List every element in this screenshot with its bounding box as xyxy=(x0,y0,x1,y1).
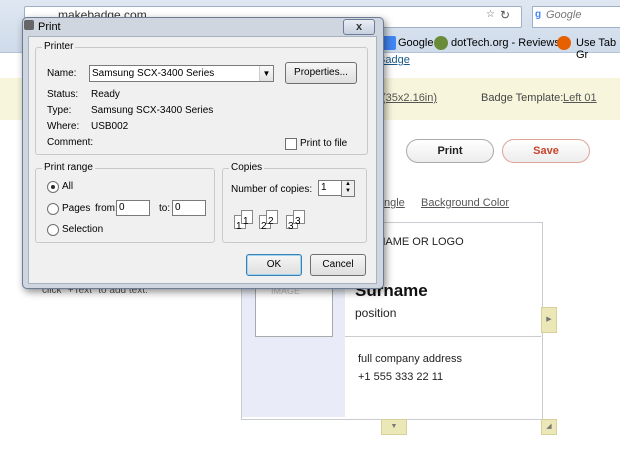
range-pages-radio[interactable] xyxy=(47,203,59,215)
template-link[interactable]: Left 01 xyxy=(563,92,597,104)
save-button[interactable]: Save xyxy=(502,139,590,163)
type-value: Samsung SCX-3400 Series xyxy=(91,105,214,116)
printer-icon xyxy=(24,20,34,30)
search-placeholder[interactable]: Google xyxy=(546,9,581,21)
size-link[interactable]: (35x2.16in) xyxy=(382,92,437,104)
phone-text[interactable]: +1 555 333 22 11 xyxy=(358,371,443,383)
printer-name-value: Samsung SCX-3400 Series xyxy=(92,68,215,79)
range-pages-label[interactable]: Pages xyxy=(62,203,90,214)
range-all-radio[interactable] xyxy=(47,181,59,193)
template-label: Badge Template: xyxy=(481,92,564,104)
address-text[interactable]: full company address xyxy=(358,353,462,365)
google-bookmark-icon xyxy=(382,36,396,50)
to-label: to: xyxy=(159,203,171,214)
collate-page-icon: 1 xyxy=(241,210,253,227)
collate-page-icon: 3 xyxy=(293,210,305,227)
star-icon[interactable]: ☆ xyxy=(486,9,495,20)
bookmark-use-tab[interactable]: Use Tab Gr xyxy=(576,37,620,61)
google-search-icon[interactable]: g xyxy=(535,9,541,20)
dottech-bookmark-icon xyxy=(434,36,448,50)
firefox-bookmark-icon xyxy=(557,36,571,50)
properties-button[interactable]: Properties... xyxy=(285,62,357,84)
name-label: Name: xyxy=(47,68,77,79)
position-text[interactable]: position xyxy=(355,306,396,320)
where-label: Where: xyxy=(47,121,80,132)
range-selection-radio[interactable] xyxy=(47,224,59,236)
resize-right-handle[interactable]: ▶ xyxy=(541,307,557,333)
card-divider xyxy=(345,336,541,337)
copies-group-label: Copies xyxy=(229,162,265,173)
reload-icon[interactable]: ↻ xyxy=(500,8,510,22)
printer-group-label: Printer xyxy=(42,41,76,52)
resize-corner-handle[interactable]: ◢ xyxy=(541,419,557,435)
bookmark-dottech[interactable]: dotTech.org - Reviews... xyxy=(451,37,569,49)
copies-label: Number of copies: xyxy=(231,184,313,195)
copies-spinner[interactable]: ▲ ▼ xyxy=(341,180,355,197)
status-label: Status: xyxy=(47,89,79,100)
comment-label: Comment: xyxy=(47,137,94,148)
dialog-title: Print xyxy=(38,21,61,33)
printer-name-select[interactable]: Samsung SCX-3400 Series ▼ xyxy=(89,65,274,82)
type-label: Type: xyxy=(47,105,72,116)
ok-button[interactable]: OK xyxy=(246,254,302,276)
status-value: Ready xyxy=(91,89,120,100)
copies-input[interactable]: 1 xyxy=(318,180,342,196)
print-to-file-label[interactable]: Print to file xyxy=(300,138,347,149)
from-input[interactable]: 0 xyxy=(116,200,150,216)
bookmark-google[interactable]: Google xyxy=(398,37,433,49)
resize-bottom-handle[interactable]: ▼ xyxy=(381,419,407,435)
print-to-file-checkbox[interactable] xyxy=(285,138,297,150)
cancel-button[interactable]: Cancel xyxy=(310,254,366,276)
collate-page-icon: 2 xyxy=(266,210,278,227)
print-button[interactable]: Print xyxy=(406,139,494,163)
background-color-link[interactable]: Background Color xyxy=(421,197,509,209)
from-label: from: xyxy=(95,203,118,214)
print-range-label: Print range xyxy=(42,162,95,173)
close-icon[interactable]: x xyxy=(343,19,375,35)
range-selection-label[interactable]: Selection xyxy=(62,224,103,235)
to-input[interactable]: 0 xyxy=(172,200,206,216)
angle-tool-link[interactable]: ngle xyxy=(384,197,405,209)
chevron-down-icon[interactable]: ▼ xyxy=(259,66,273,81)
range-all-label[interactable]: All xyxy=(62,181,73,192)
where-value: USB002 xyxy=(91,121,129,132)
